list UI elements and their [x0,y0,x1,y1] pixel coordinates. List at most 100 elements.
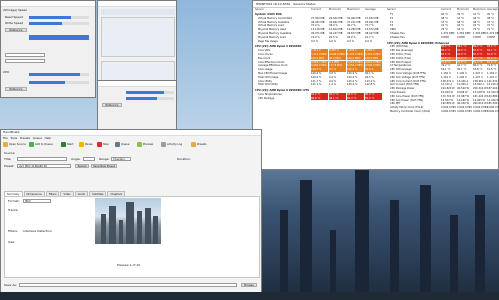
disk-benchmark-window: (Storage) Speed Read Speed Write Speed R… [0,0,96,98]
hw-right-col-sensor[interactable]: Sensor [387,8,396,12]
hw-right-sensor-name[interactable]: Memory Controller Clock (UCLK) [390,110,442,114]
benchmark-window: Reference [97,80,177,134]
size-label: Size: [8,241,16,244]
hw-right-sensor-value: 0 RPM [457,35,465,39]
drive-select[interactable] [5,53,45,57]
format-label: Format: [8,200,20,203]
hw-sensor-value: 0.0 % [311,39,319,43]
pause-icon [79,141,84,147]
storage-speed-label: (Storage) Speed [3,9,28,12]
menu-help[interactable]: Help [45,136,51,140]
menu-presets[interactable]: Presets [20,136,30,140]
benchmark-titlebar [98,81,176,87]
hw-sensor-value: 89.3 °C [347,96,364,101]
queue-button[interactable]: Queue [115,141,130,149]
hw-right-sensor-value: 3,000.0 MHz [473,110,488,113]
hwinfo-title: HWiNFO64 v8.10-5650 - Sensors Status [253,1,498,8]
hw-sensor-value: 0.0 % [347,39,355,43]
read-speed-label: Read Speed [5,16,23,19]
hw-sensor-value: 1.4 % [329,83,337,87]
format-select[interactable]: MKV [23,199,51,203]
handbrake-menu: File Tools Presets Queue Help [3,136,51,140]
filters-label: Filters: [8,230,19,233]
stop-icon [97,141,102,147]
hw-right-col-minimum[interactable]: Minimum [457,8,469,12]
hw-col-average[interactable]: Average [365,8,376,12]
activity-log-button[interactable]: Activity Log [161,141,182,149]
reference-button[interactable]: Reference [5,28,27,32]
disk-benchmark-titlebar [1,1,95,7]
presets-button[interactable]: Presets [191,141,206,149]
hw-sensor-value: 48.1 °C [329,96,346,101]
hw-right-col-maximum[interactable]: Maximum [473,8,486,12]
preset-select[interactable]: AV1 MKV 2160p60 4K [17,164,71,168]
menu-tools[interactable]: Tools [10,136,17,140]
hw-right-sensor-name[interactable]: Chassis Fan [390,36,442,40]
hw-right-sensor-value: 3,000.0 MHz [457,110,472,113]
menu-file[interactable]: File [3,136,8,140]
preset-label: Preset: [4,165,15,168]
hw-sensor-name[interactable]: Total CPU Utility [258,83,310,87]
stop-button[interactable]: Stop [97,141,109,149]
write-speed-label: Write Speed [5,22,24,25]
progress-bar [29,35,89,40]
bench-bar-1 [126,91,174,94]
handbrake-window: HandBrake File Tools Presets Queue Help … [0,129,262,300]
browse-button[interactable]: Browse [241,283,257,287]
title-select[interactable] [17,157,67,161]
cpu-info-tabs[interactable] [101,9,175,15]
size-select[interactable] [5,59,45,63]
cpu-info-panel [101,17,175,57]
menu-queue[interactable]: Queue [33,136,42,140]
hw-col-current[interactable]: Current [311,8,321,12]
hw-sensor-value: 112.8 % [365,83,376,87]
save-new-preset-button[interactable]: Save New Preset [91,164,117,168]
hw-sensor-name[interactable]: CPU Package [258,97,310,101]
write-speed-bar [29,22,89,25]
cpu-bar-2 [29,81,89,84]
hw-sensor-value: 0.0 % [365,39,373,43]
cpu-label: CPU [3,71,10,74]
taskbar [0,292,499,300]
title-label: Title: [4,158,12,161]
cpu-info-titlebar [98,1,176,7]
start-button[interactable]: Start [61,141,73,149]
folder-icon [3,141,8,147]
angle-select[interactable] [83,157,95,161]
hw-right-sensor-value: 3,000.0 MHz [441,110,456,113]
hw-sensor-value: 86.8 °C [311,96,328,101]
hw-sensor-name[interactable]: Page File Usage [258,40,310,44]
tracks-label: Tracks: [8,209,19,212]
presets-icon [191,141,196,147]
preview-button[interactable]: Preview [137,141,153,149]
hw-sensor-value: 84.5 °C [365,96,382,101]
filters-value: Interlace Detection [23,230,52,233]
reload-button[interactable]: Reload [75,164,89,168]
hwinfo-window: HWiNFO64 v8.10-5650 - Sensors Status Sen… [252,0,499,170]
save-as-input[interactable] [19,283,237,287]
hw-col-minimum[interactable]: Minimum [329,8,341,12]
hw-col-sensor[interactable]: Sensor [255,8,264,12]
hw-right-sensor-value: 0 RPM [473,35,481,39]
hw-right-sensor-value: 3,000.0 MHz [487,110,499,113]
hw-right-col-current[interactable]: Current [441,8,451,12]
open-source-button[interactable]: Open Source [3,141,26,149]
pause-button[interactable]: Pause [79,141,93,149]
range-select[interactable]: Chapters [111,157,131,161]
hw-right-col-average[interactable]: Average [487,8,498,12]
hw-col-maximum[interactable]: Maximum [347,8,360,12]
add-to-queue-button[interactable]: Add to Queue [29,141,53,149]
play-icon [61,141,66,147]
range-label: Range: [99,158,110,161]
bench-bar-2 [126,97,174,100]
hw-right-sensor-value: 0 RPM [441,35,449,39]
save-as-label: Save As: [4,284,17,287]
add-icon [29,141,34,147]
preview-icon [137,141,142,147]
reference-button-2[interactable]: Reference [5,87,27,91]
log-icon [161,141,166,147]
hw-right-sensor-value: 0 RPM [487,35,495,39]
bench-reference-button[interactable]: Reference [102,103,122,107]
preview-image[interactable] [95,198,161,244]
read-speed-bar [29,16,89,19]
